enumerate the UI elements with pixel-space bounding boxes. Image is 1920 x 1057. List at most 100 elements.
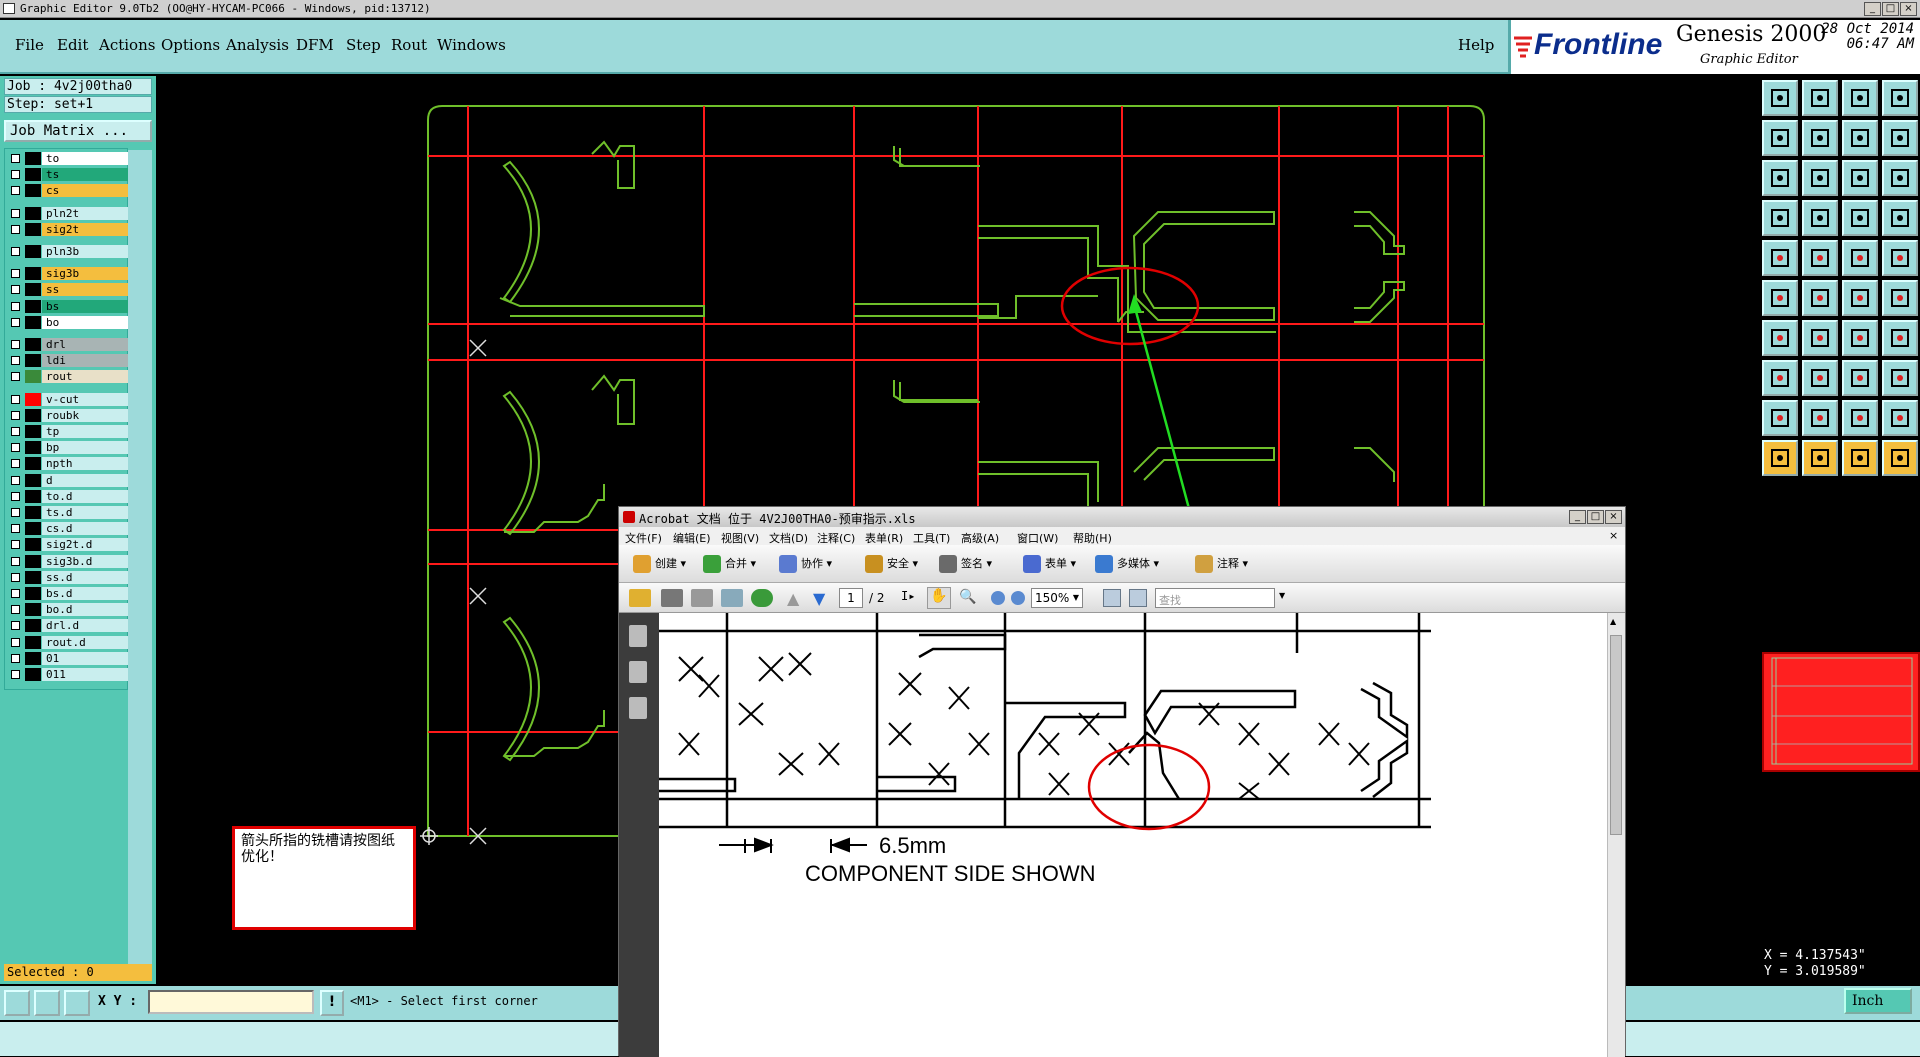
cursor-icon[interactable] [1762,440,1798,476]
layer-row[interactable]: cs.d [5,521,129,536]
prev-page-icon[interactable]: ▲ [787,589,799,608]
zoom-fit-icon[interactable] [1802,160,1838,196]
acrobat-menu-0[interactable]: 文件(F) [625,530,662,546]
layer-name[interactable]: sig2t.d [42,538,128,552]
cut-icon[interactable] [1802,360,1838,396]
cursor-b-icon[interactable] [1802,440,1838,476]
minimize-button[interactable]: _ [1864,2,1881,16]
open-icon[interactable] [629,589,651,607]
layer-row[interactable]: sig2t.d [5,537,129,552]
layer-name[interactable]: sig3b [42,267,128,281]
layer-row[interactable]: tp [5,424,129,439]
acrobat-menu-8[interactable]: 窗口(W) [1017,530,1058,546]
acrobat-doc-close-icon[interactable]: × [1609,529,1618,542]
layer-checkbox[interactable] [11,524,20,534]
arc-icon[interactable] [1842,320,1878,356]
layer-checkbox[interactable] [11,427,20,436]
layer-row[interactable]: rout [5,369,129,384]
layer-row[interactable]: 01 [5,651,129,666]
menu-dfm[interactable]: DFM [296,36,334,54]
layer-name[interactable]: 011 [42,668,128,681]
layer-checkbox[interactable] [11,443,20,453]
zoom-area-icon[interactable] [4,990,30,1016]
close-button[interactable]: × [1900,2,1917,16]
select-text-icon[interactable]: I▸ [901,589,921,607]
layer-checkbox[interactable] [11,208,20,218]
measure-icon[interactable] [1842,240,1878,276]
web-icon[interactable] [751,589,773,607]
layer-checkbox[interactable] [11,186,20,196]
layer-name[interactable]: to [42,152,128,165]
fit-width-icon[interactable] [1129,589,1147,607]
layer-name[interactable]: sig2t [42,222,128,236]
triangle-c-icon[interactable] [1842,400,1878,436]
layer-checkbox[interactable] [11,572,20,582]
print-icon[interactable] [661,589,683,607]
layer-row[interactable]: drl [5,337,129,352]
layer-checkbox[interactable] [11,475,20,485]
zoom-tool-icon[interactable]: 🔍 [959,589,976,605]
layer-row[interactable]: roubk [5,408,129,423]
pages-panel-icon[interactable] [629,625,647,647]
layer-checkbox[interactable] [11,285,20,295]
pad-icon[interactable] [1762,240,1798,276]
layer-name[interactable]: bs.d [42,587,128,600]
layer-row[interactable]: to [5,151,129,166]
layer-row[interactable]: bs [5,299,129,314]
menu-edit[interactable]: Edit [57,36,88,54]
next-icon[interactable] [1802,120,1838,156]
acrobat-menu-7[interactable]: 高级(A) [961,530,999,546]
layer-checkbox[interactable] [11,491,20,501]
layer-name[interactable]: rout [42,370,128,384]
layer-name[interactable]: d [42,473,128,487]
acrobat-maximize-button[interactable]: □ [1587,510,1604,524]
layer-name[interactable]: sig3b.d [42,554,128,568]
save-icon[interactable] [691,589,713,607]
layer-name[interactable]: npth [42,457,128,471]
help-icon[interactable] [1882,160,1918,196]
layer-checkbox[interactable] [11,372,20,382]
zoom-out-icon[interactable] [991,591,1005,605]
layer-row[interactable]: ts.d [5,505,129,520]
acrobat-close-button[interactable]: × [1605,510,1622,524]
layer-name[interactable]: tp [42,425,128,438]
triangle-icon[interactable] [1762,400,1798,436]
message-info-icon[interactable]: ! [320,990,344,1016]
menu-windows[interactable]: Windows [437,36,506,54]
scroll-up-icon[interactable]: ▲ [1610,617,1622,629]
search-dropdown-icon[interactable]: ▼ [1279,591,1285,600]
layer-checkbox[interactable] [11,356,20,366]
acrobat-document-page[interactable]: 6.5mm COMPONENT SIDE SHOWN [659,613,1607,1057]
home-icon[interactable] [1842,80,1878,116]
acrobat-menu-4[interactable]: 注释(C) [817,530,855,546]
layer-checkbox[interactable] [11,301,20,311]
node-icon[interactable] [1762,280,1798,316]
menu-analysis[interactable]: Analysis [226,36,289,54]
left-scroll-strip[interactable] [128,150,152,970]
acrobat-menu-5[interactable]: 表单(R) [865,530,903,546]
fit-icon[interactable] [1762,160,1798,196]
create-button[interactable]: 创建 ▾ [633,555,686,573]
layer-row[interactable]: d [5,473,129,488]
layer-checkbox[interactable] [11,637,20,647]
layer-name[interactable]: rout.d [42,635,128,649]
layer-checkbox[interactable] [11,540,20,550]
cursor-c-icon[interactable] [1842,440,1878,476]
layer-checkbox[interactable] [11,589,20,598]
layer-checkbox[interactable] [11,410,20,420]
attachments-icon[interactable] [629,661,647,683]
layer-name[interactable]: ts [42,168,128,182]
save-icon[interactable] [1802,80,1838,116]
menu-file[interactable]: File [15,36,44,54]
grid-snap-icon[interactable] [64,990,90,1016]
layer-checkbox[interactable] [11,224,20,234]
menu-help[interactable]: Help [1458,36,1494,54]
search-field[interactable]: 查找 [1155,588,1275,608]
layer-name[interactable]: ts.d [42,506,128,519]
secure-button[interactable]: 安全 ▾ [865,555,918,573]
acrobat-minimize-button[interactable]: _ [1569,510,1586,524]
layer-checkbox[interactable] [11,394,20,404]
layer-checkbox[interactable] [11,170,20,180]
window-icon[interactable] [1882,80,1918,116]
layer-name[interactable]: to.d [42,489,128,503]
